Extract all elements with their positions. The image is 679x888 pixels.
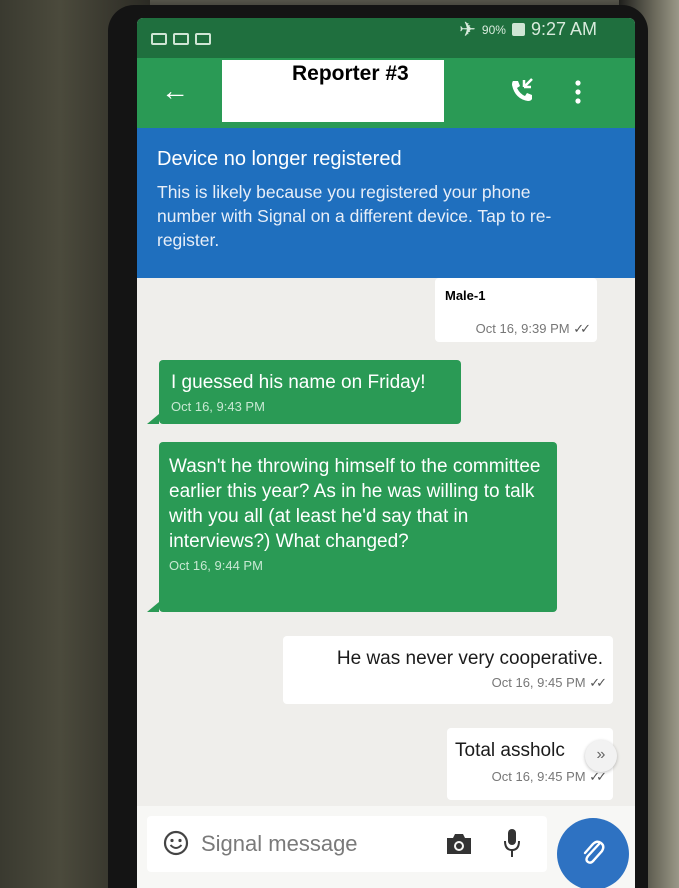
delivered-check-icon: ✓✓ xyxy=(573,321,591,336)
conversation-toolbar: ← Reporter #3 xyxy=(137,58,635,128)
timestamp-text: Oct 16, 9:45 PM xyxy=(491,769,586,784)
timestamp-text: Oct 16, 9:45 PM xyxy=(491,675,586,690)
phone-call-icon[interactable] xyxy=(509,78,535,102)
message-input[interactable] xyxy=(199,826,433,862)
compose-bar xyxy=(137,806,635,888)
message-text: I guessed his name on Friday! xyxy=(171,372,426,393)
notification-icons xyxy=(151,33,211,45)
message-text: Total assholc xyxy=(455,740,565,761)
mail-notification-icon xyxy=(151,33,167,45)
chevron-double-down-icon[interactable]: » xyxy=(585,740,617,772)
message-timestamp: Oct 16, 9:45 PM ✓✓ xyxy=(291,675,607,691)
banner-body: This is likely because you registered yo… xyxy=(157,182,552,250)
calendar-notification-icon xyxy=(195,33,211,45)
message-timestamp: Oct 16, 9:39 PM ✓✓ xyxy=(441,321,591,337)
paperclip-icon xyxy=(583,840,605,864)
message-bubble-outgoing[interactable]: He was never very cooperative. Oct 16, 9… xyxy=(283,636,613,704)
overflow-menu-icon[interactable] xyxy=(575,80,581,104)
smile-icon[interactable] xyxy=(163,830,189,856)
re-register-banner[interactable]: Device no longer registered This is like… xyxy=(137,128,635,278)
compose-field xyxy=(147,816,547,872)
camera-icon[interactable] xyxy=(445,832,473,856)
delivered-check-icon: ✓✓ xyxy=(589,675,607,690)
message-text: Wasn't he throwing himself to the commit… xyxy=(169,456,541,552)
bubble-tail xyxy=(147,414,159,424)
attach-button[interactable] xyxy=(557,818,629,888)
banner-title: Device no longer registered xyxy=(157,148,402,170)
bubble-tail xyxy=(147,602,159,612)
redacted-name: Male-1 xyxy=(441,284,516,307)
conversation-title[interactable]: Reporter #3 xyxy=(292,62,409,86)
microphone-icon[interactable] xyxy=(503,828,521,858)
back-arrow-icon[interactable]: ← xyxy=(161,76,189,106)
status-right: ✈ 90% 9:27 AM xyxy=(459,18,597,42)
message-timestamp: Oct 16, 9:43 PM xyxy=(171,399,265,414)
airplane-mode-icon: ✈ xyxy=(459,19,476,41)
clock-time: 9:27 AM xyxy=(530,19,597,39)
mail-notification-icon xyxy=(173,33,189,45)
message-bubble-outgoing[interactable]: Male-1 Oct 16, 9:39 PM ✓✓ xyxy=(435,278,597,342)
message-bubble-incoming[interactable]: Wasn't he throwing himself to the commit… xyxy=(159,442,557,612)
battery-percentage: 90% xyxy=(481,22,506,37)
battery-icon xyxy=(511,23,525,36)
message-timestamp: Oct 16, 9:45 PM ✓✓ xyxy=(455,769,607,785)
status-bar: ✈ 90% 9:27 AM xyxy=(137,18,635,58)
message-text: He was never very cooperative. xyxy=(336,648,603,669)
message-text: Male-1 xyxy=(441,284,587,307)
phone-screen: ✈ 90% 9:27 AM ← Reporter #3 Device no lo… xyxy=(137,18,635,888)
message-timestamp: Oct 16, 9:44 PM xyxy=(169,558,263,573)
timestamp-text: Oct 16, 9:39 PM xyxy=(475,321,570,336)
message-bubble-incoming[interactable]: I guessed his name on Friday! Oct 16, 9:… xyxy=(159,360,461,424)
